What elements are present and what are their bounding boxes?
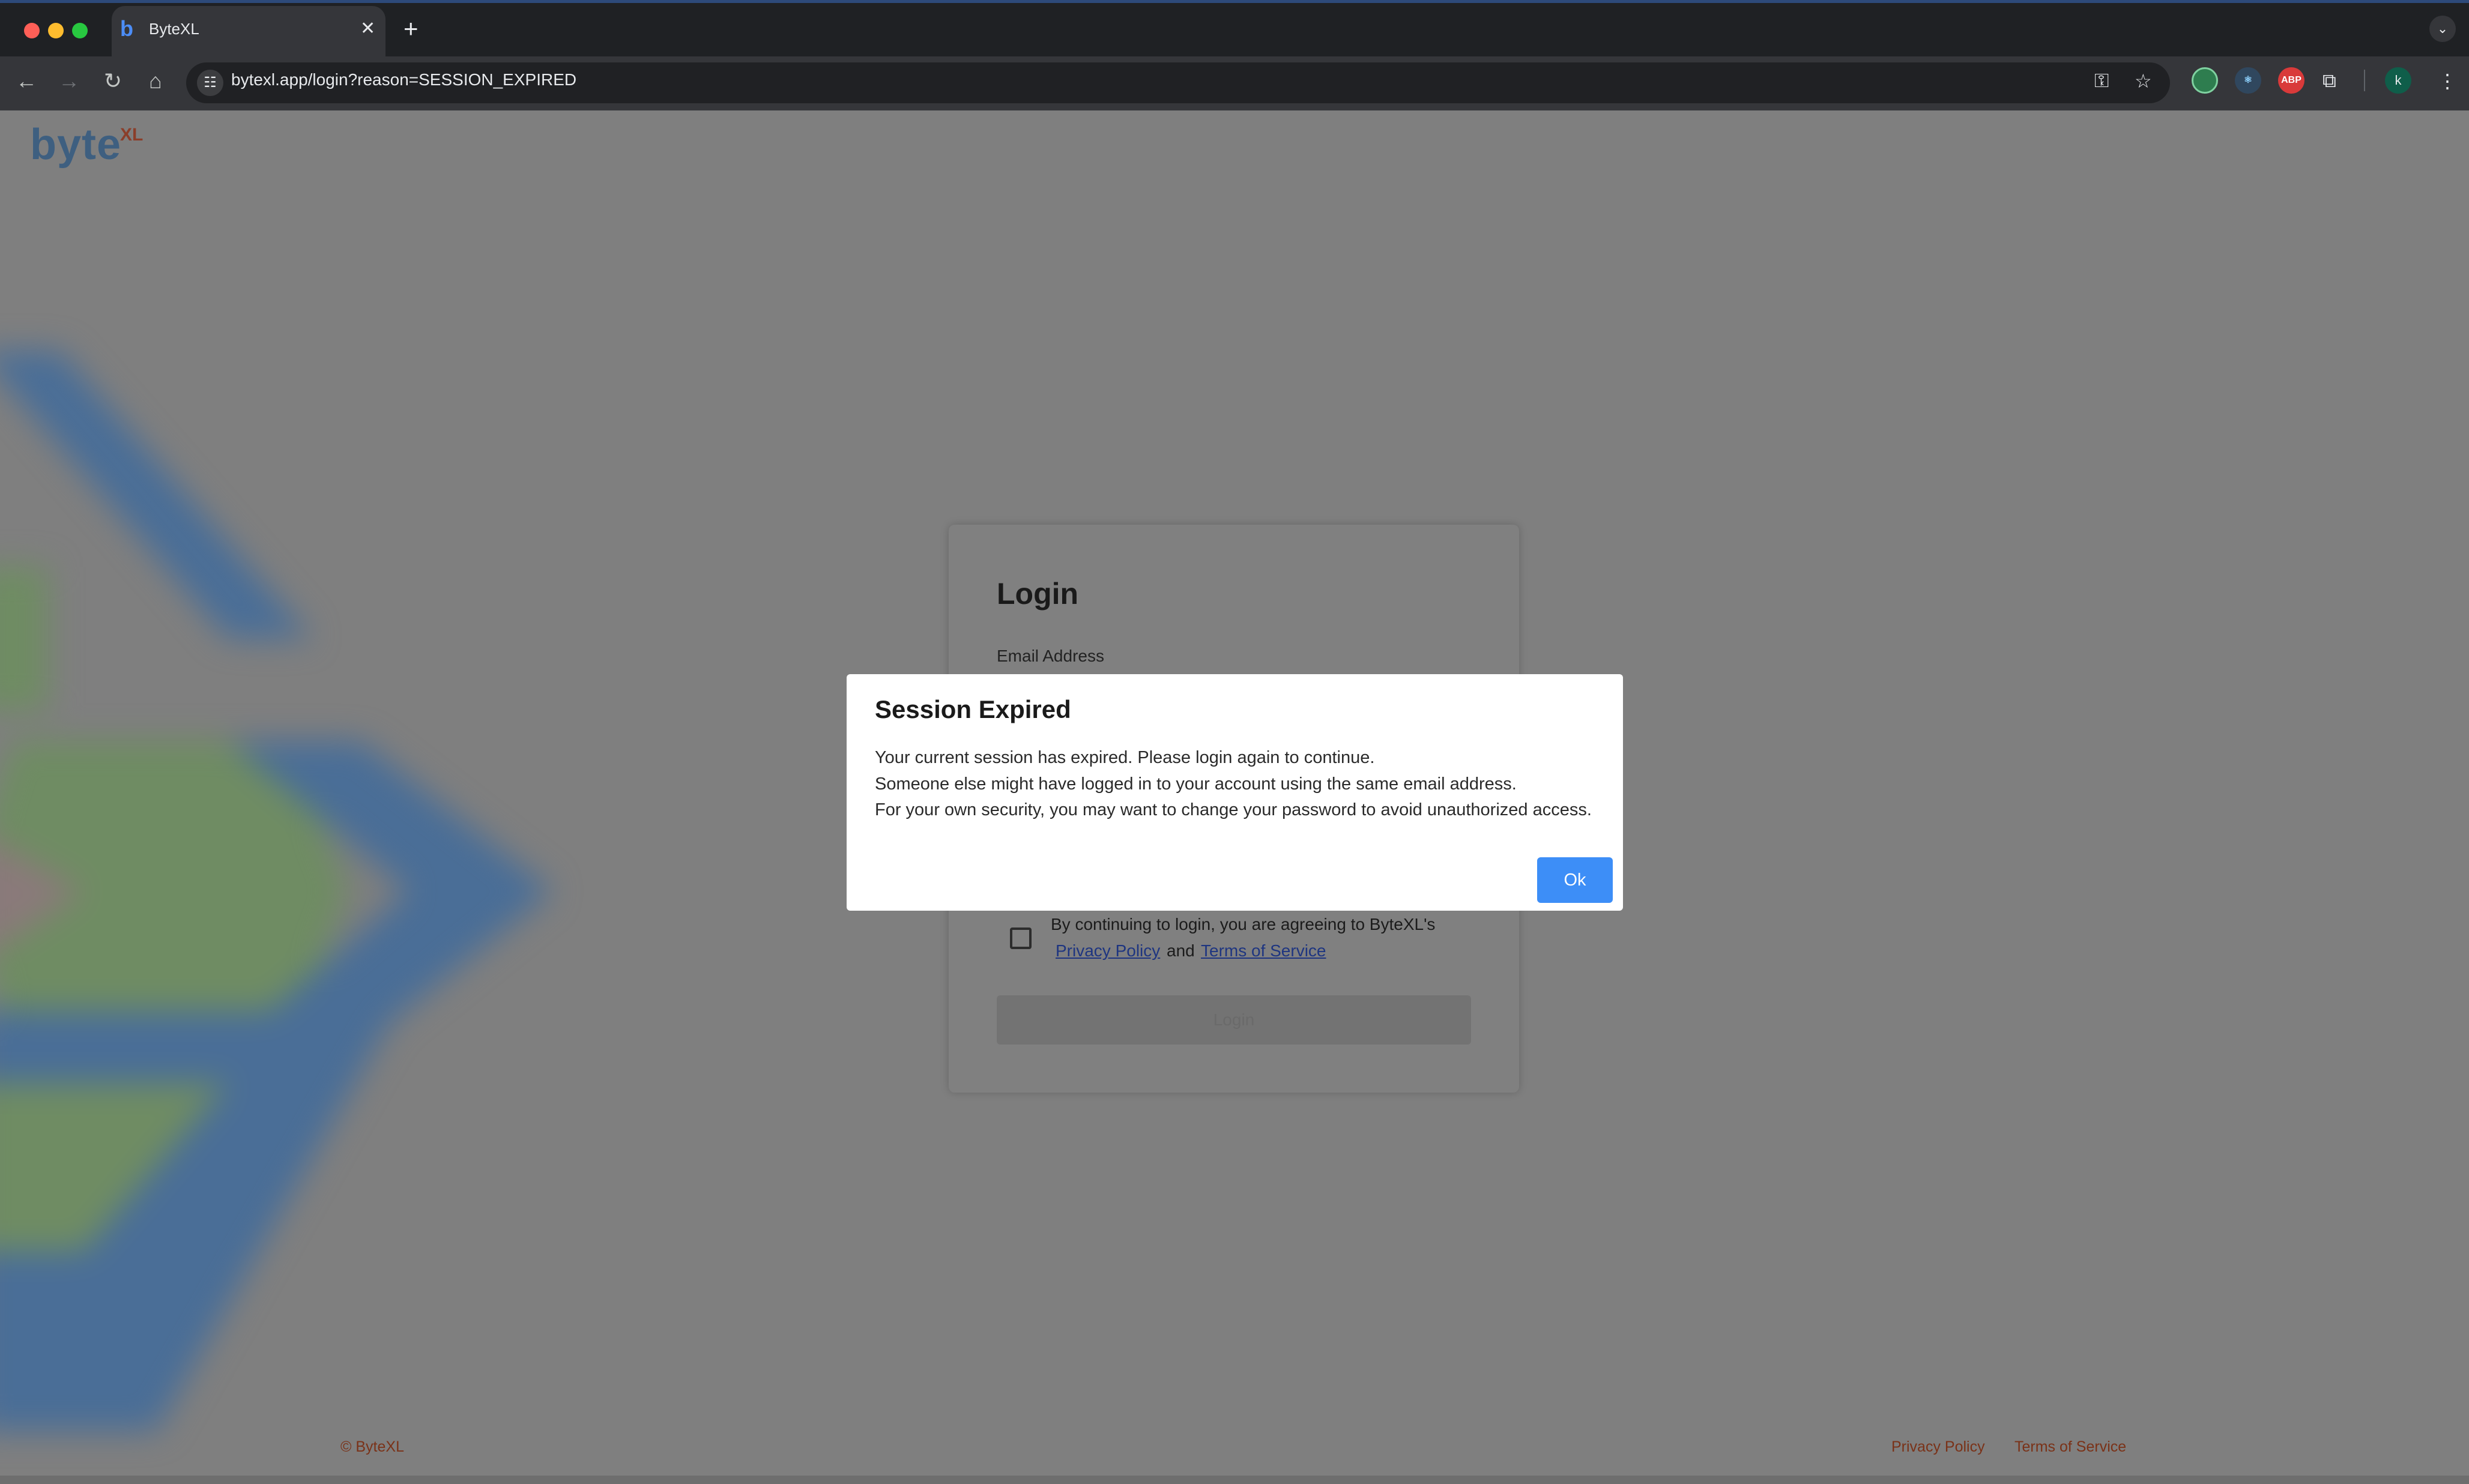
back-arrow-icon[interactable]: ← [12,68,41,94]
terms-checkbox[interactable] [1010,928,1032,949]
terms-of-service-link[interactable]: Terms of Service [1201,941,1326,961]
modal-title: Session Expired [875,695,1071,723]
bytexl-logo-superscript: XL [120,125,144,145]
bottom-edge [0,1476,2469,1484]
tab-favicon-icon: b [120,16,133,41]
url-text[interactable]: bytexl.app/login?reason=SESSION_EXPIRED [231,70,576,89]
close-tab-icon[interactable]: ✕ [360,18,375,39]
window-close-button[interactable] [24,23,40,38]
tab-search-icon[interactable]: ⌄ [2429,16,2456,42]
footer-copyright: © ByteXL [340,1438,404,1455]
and-text: and [1167,941,1195,960]
forward-arrow-icon[interactable]: → [55,68,83,94]
adblock-plus-icon[interactable]: ABP [2278,67,2304,94]
ok-button[interactable]: Ok [1537,857,1613,903]
window-zoom-button[interactable] [72,23,88,38]
background-chevron-graphic [0,351,552,1431]
footer-privacy-link[interactable]: Privacy Policy [1891,1438,1985,1456]
reload-icon[interactable]: ↻ [98,68,127,94]
footer-terms-link[interactable]: Terms of Service [2014,1438,2126,1456]
modal-message-line: Someone else might have logged in to you… [875,774,1517,794]
agreement-text: By continuing to login, you are agreeing… [1051,915,1436,934]
window-minimize-button[interactable] [48,23,64,38]
privacy-policy-link[interactable]: Privacy Policy [1056,941,1160,961]
browser-menu-icon[interactable]: ⋮ [2438,70,2457,92]
login-title: Login [997,577,1079,611]
home-icon[interactable]: ⌂ [141,68,170,94]
extensions-puzzle-icon[interactable]: ⧉ [2322,70,2336,92]
tab-title: ByteXL [149,20,199,38]
modal-message-line: Your current session has expired. Please… [875,748,1375,767]
site-info-icon[interactable]: ☷ [197,70,223,96]
modal-message-line: For your own security, you may want to c… [875,800,1592,819]
extension-green-icon[interactable] [2192,67,2218,94]
email-label: Email Address [997,647,1104,665]
new-tab-icon[interactable]: + [403,14,419,43]
bytexl-logo[interactable]: byte [30,120,121,169]
password-key-icon[interactable]: ⚿ [2094,70,2109,92]
bookmark-star-icon[interactable]: ☆ [2135,70,2152,92]
toolbar-separator [2364,70,2365,91]
login-button[interactable]: Login [997,995,1471,1045]
profile-avatar[interactable]: k [2385,67,2411,94]
react-devtools-icon[interactable]: ⚛ [2235,67,2261,94]
